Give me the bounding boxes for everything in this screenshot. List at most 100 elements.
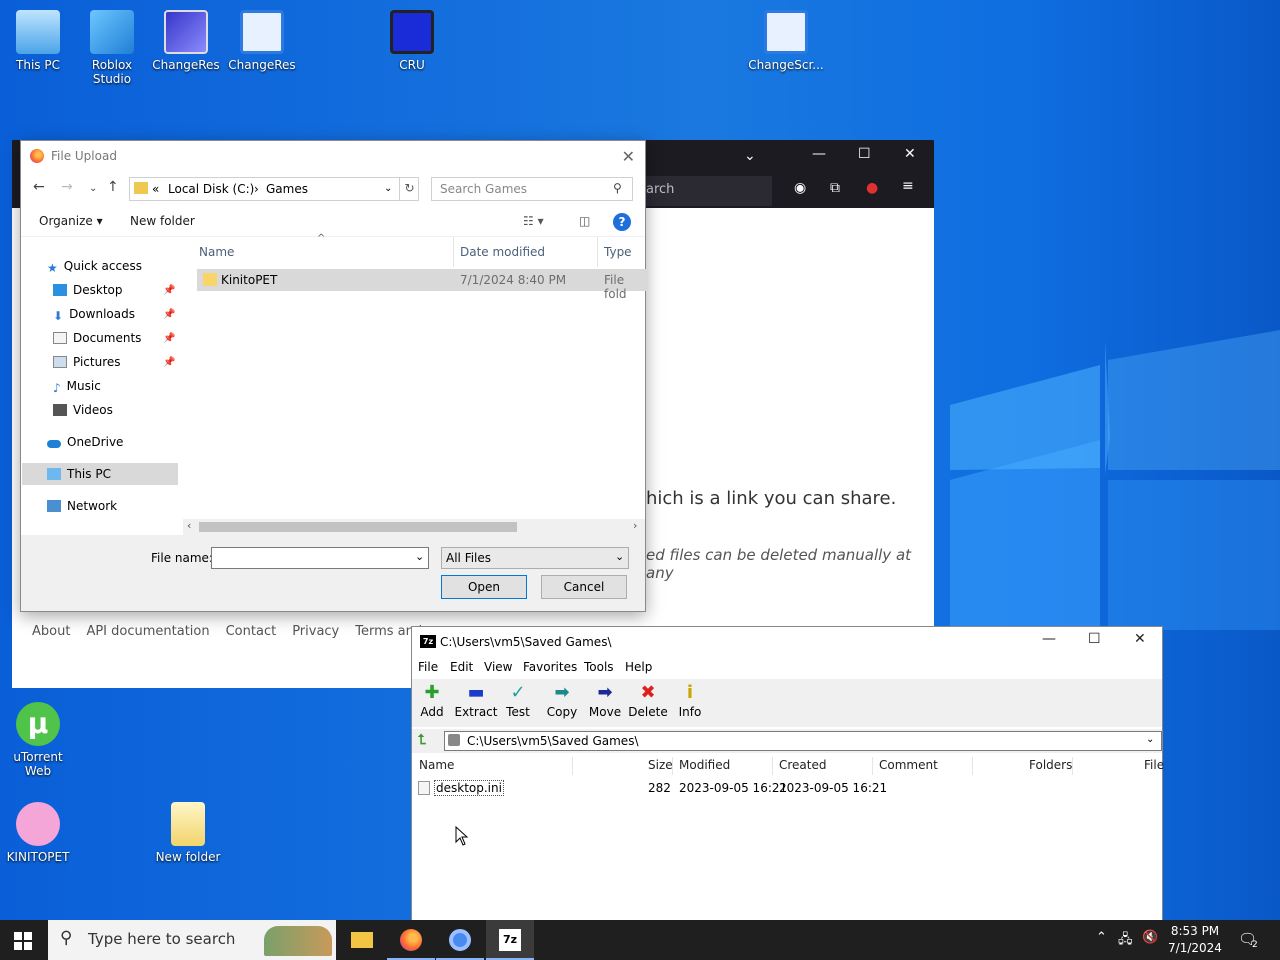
desktop-icon-new-folder[interactable]: New folder (150, 796, 226, 864)
column-separator[interactable] (453, 237, 454, 267)
test-button[interactable]: ✓ Test (496, 681, 540, 719)
footer-link-about[interactable]: About (32, 624, 70, 639)
column-separator[interactable] (772, 757, 773, 775)
nav-quick-access[interactable]: ★ Quick access (47, 255, 142, 277)
breadcrumb-games[interactable]: Games (266, 182, 308, 196)
desktop-icon-changeres-1[interactable]: ChangeRes (148, 4, 224, 72)
desktop-icon-utorrent-web[interactable]: μ uTorrent Web (0, 696, 76, 778)
show-hidden-icons-icon[interactable]: ⌃ (1096, 930, 1107, 945)
nav-desktop[interactable]: Desktop (53, 279, 123, 301)
column-separator[interactable] (972, 757, 973, 775)
open-button[interactable]: Open (441, 575, 527, 599)
nav-network[interactable]: Network (47, 495, 117, 517)
scrollbar-thumb[interactable] (199, 522, 517, 532)
taskbar-search-input[interactable]: ⚲ Type here to search (48, 920, 336, 960)
column-header-name[interactable]: Name (419, 758, 454, 772)
info-button[interactable]: i Info (668, 681, 712, 719)
breadcrumb-local-disk[interactable]: Local Disk (C:) (168, 182, 254, 196)
minimize-button[interactable]: — (1042, 631, 1056, 647)
path-dropdown-icon[interactable]: ⌄ (1146, 734, 1154, 745)
taskbar-chrome[interactable] (436, 920, 484, 960)
column-header-type[interactable]: Type (604, 245, 632, 259)
minimize-button[interactable]: — (812, 146, 826, 162)
menu-icon[interactable]: ≡ (902, 178, 914, 194)
refresh-button[interactable]: ↻ (399, 177, 419, 201)
close-button[interactable]: ✕ (1134, 631, 1146, 647)
file-row[interactable]: KinitoPET 7/1/2024 8:40 PM File fold (197, 269, 647, 301)
address-dropdown-icon[interactable]: ⌄ (384, 183, 392, 194)
nav-onedrive[interactable]: OneDrive (47, 431, 123, 453)
column-separator[interactable] (572, 757, 573, 775)
folder-up-icon[interactable]: ⮤ (418, 732, 426, 748)
close-button[interactable]: ✕ (904, 146, 916, 162)
extract-button[interactable]: ▬ Extract (454, 681, 498, 719)
column-header-size[interactable]: Size (648, 758, 673, 772)
network-icon[interactable]: 🖧 (1118, 930, 1133, 952)
desktop-icon-changeres-2[interactable]: ChangeRes (224, 4, 300, 72)
menu-file[interactable]: File (418, 660, 438, 674)
column-separator[interactable] (1072, 757, 1073, 775)
address-bar[interactable]: « Local Disk (C:) › Games ⌄ (129, 177, 419, 201)
back-arrow-icon[interactable]: ← (33, 179, 45, 195)
taskbar-firefox[interactable] (387, 920, 435, 960)
footer-link-contact[interactable]: Contact (226, 624, 277, 639)
menu-favorites[interactable]: Favorites (523, 660, 577, 674)
nav-downloads[interactable]: ⬇ Downloads (53, 303, 135, 325)
column-header-files[interactable]: File (1144, 758, 1164, 772)
cancel-button[interactable]: Cancel (541, 575, 627, 599)
nav-pictures[interactable]: Pictures (53, 351, 121, 373)
footer-link-privacy[interactable]: Privacy (292, 624, 339, 639)
desktop-icon-cru[interactable]: CRU (374, 4, 450, 72)
nav-music[interactable]: ♪ Music (53, 375, 101, 397)
column-header-comment[interactable]: Comment (879, 758, 938, 772)
maximize-button[interactable]: ☐ (1088, 631, 1101, 647)
file-type-select[interactable]: All Files (441, 547, 629, 569)
delete-button[interactable]: ✖ Delete (626, 681, 670, 719)
column-header-name[interactable]: Name (199, 245, 234, 259)
new-folder-button[interactable]: New folder (130, 214, 195, 228)
scroll-right-icon[interactable]: › (633, 519, 637, 532)
add-button[interactable]: ✚ Add (410, 681, 454, 719)
menu-tools[interactable]: Tools (584, 660, 614, 674)
column-separator[interactable] (672, 757, 673, 775)
breadcrumb-overflow[interactable]: « (152, 182, 159, 196)
horizontal-scrollbar[interactable]: ‹ › (183, 519, 645, 535)
start-button[interactable] (14, 932, 32, 950)
nav-documents[interactable]: Documents (53, 327, 141, 349)
menu-view[interactable]: View (484, 660, 512, 674)
desktop-icon-roblox-studio[interactable]: Roblox Studio (74, 4, 150, 86)
taskbar-7zip[interactable]: 7z (486, 920, 534, 960)
close-button[interactable]: ✕ (622, 147, 635, 166)
filename-input[interactable] (211, 547, 429, 569)
tab-list-chevron-icon[interactable]: ⌄ (744, 148, 756, 164)
column-header-created[interactable]: Created (779, 758, 827, 772)
system-clock[interactable]: 8:53 PM 7/1/2024 (1164, 923, 1226, 957)
search-input[interactable]: Search Games (431, 177, 633, 201)
organize-button[interactable]: Organize ▾ (39, 214, 103, 228)
copy-button[interactable]: ➡ Copy (540, 681, 584, 719)
menu-help[interactable]: Help (625, 660, 652, 674)
nav-this-pc[interactable]: This PC (47, 463, 111, 485)
desktop-icon-changescr[interactable]: ChangeScr... (748, 4, 824, 72)
preview-pane-icon[interactable]: ◫ (579, 214, 590, 228)
taskbar-file-explorer[interactable] (338, 920, 386, 960)
move-button[interactable]: ➡ Move (583, 681, 627, 719)
recent-chevron-icon[interactable]: ⌄ (89, 183, 97, 194)
menu-edit[interactable]: Edit (450, 660, 473, 674)
filename-dropdown-icon[interactable]: ⌄ (415, 550, 424, 563)
column-header-folders[interactable]: Folders (1029, 758, 1072, 772)
column-separator[interactable] (597, 237, 598, 267)
url-bar[interactable]: arch (642, 176, 772, 206)
help-icon[interactable]: ? (613, 213, 631, 231)
ublock-icon[interactable]: ● (866, 180, 878, 196)
column-header-date[interactable]: Date modified (460, 245, 545, 259)
footer-link-api[interactable]: API documentation (86, 624, 209, 639)
file-type-dropdown-icon[interactable]: ⌄ (615, 550, 624, 563)
forward-arrow-icon[interactable]: → (61, 179, 73, 195)
path-input[interactable]: C:\Users\vm5\Saved Games\ (444, 731, 1162, 751)
desktop-icon-this-pc[interactable]: This PC (0, 4, 76, 72)
up-arrow-icon[interactable]: ↑ (107, 179, 119, 195)
maximize-button[interactable]: ☐ (858, 146, 871, 162)
desktop-icon-kinitopet[interactable]: KINITOPET (0, 796, 76, 864)
account-icon[interactable]: ◉ (794, 180, 806, 196)
